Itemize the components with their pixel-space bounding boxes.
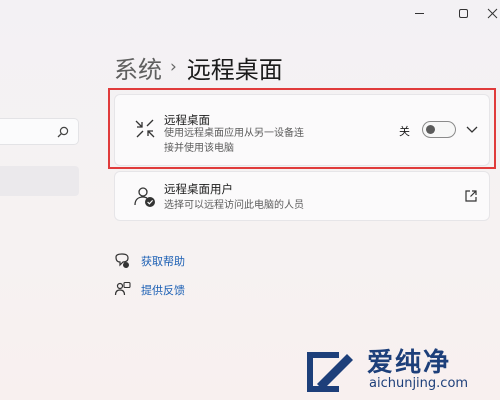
remote-desktop-toggle[interactable] [422, 121, 456, 138]
remote-desktop-description: 使用远程桌面应用从另一设备连 接并使用该电脑 [164, 126, 304, 156]
get-help-link-row[interactable]: 获取帮助 [114, 252, 185, 269]
remote-desktop-users-title: 远程桌面用户 [164, 182, 233, 196]
remote-desktop-users-card[interactable]: 远程桌面用户 选择可以远程访问此电脑的人员 [114, 171, 490, 221]
breadcrumb: 系统 › 远程桌面 [114, 50, 283, 85]
sidebar-item-system-selected[interactable] [0, 166, 79, 196]
watermark-emblem-icon [307, 352, 353, 392]
close-button[interactable] [485, 0, 500, 26]
help-icon [115, 253, 129, 268]
remote-desktop-description-line2: 接并使用该电脑 [164, 143, 234, 154]
chevron-down-icon[interactable] [463, 120, 481, 138]
toggle-knob [426, 125, 435, 134]
remote-desktop-description-line1: 使用远程桌面应用从另一设备连 [164, 128, 304, 139]
get-help-link[interactable]: 获取帮助 [141, 253, 185, 269]
watermark-logo: 爱纯净 aichunjing.com [299, 338, 495, 400]
remote-desktop-icon [135, 119, 155, 138]
users-icon [134, 187, 155, 207]
remote-desktop-toggle-state: 关 [399, 125, 410, 138]
close-icon [487, 8, 498, 18]
give-feedback-link[interactable]: 提供反馈 [141, 282, 185, 298]
breadcrumb-separator: › [170, 56, 177, 77]
search-icon [57, 126, 69, 138]
remote-desktop-users-description: 选择可以远程访问此电脑的人员 [164, 200, 304, 211]
maximize-icon [458, 8, 468, 18]
give-feedback-link-row[interactable]: 提供反馈 [114, 281, 185, 298]
external-link-icon[interactable] [464, 189, 478, 203]
minimize-icon [414, 12, 424, 14]
remote-desktop-card[interactable]: 远程桌面 使用远程桌面应用从另一设备连 接并使用该电脑 关 [114, 94, 490, 166]
feedback-icon [114, 281, 131, 296]
breadcrumb-parent[interactable]: 系统 [114, 50, 162, 85]
watermark-brand: 爱纯净 [367, 348, 452, 378]
watermark-url: aichunjing.com [369, 376, 469, 391]
maximize-button[interactable] [441, 0, 485, 26]
search-input[interactable] [0, 119, 64, 146]
minimize-button[interactable] [397, 0, 441, 26]
page-title: 远程桌面 [186, 56, 283, 84]
settings-search-box[interactable] [0, 118, 79, 146]
